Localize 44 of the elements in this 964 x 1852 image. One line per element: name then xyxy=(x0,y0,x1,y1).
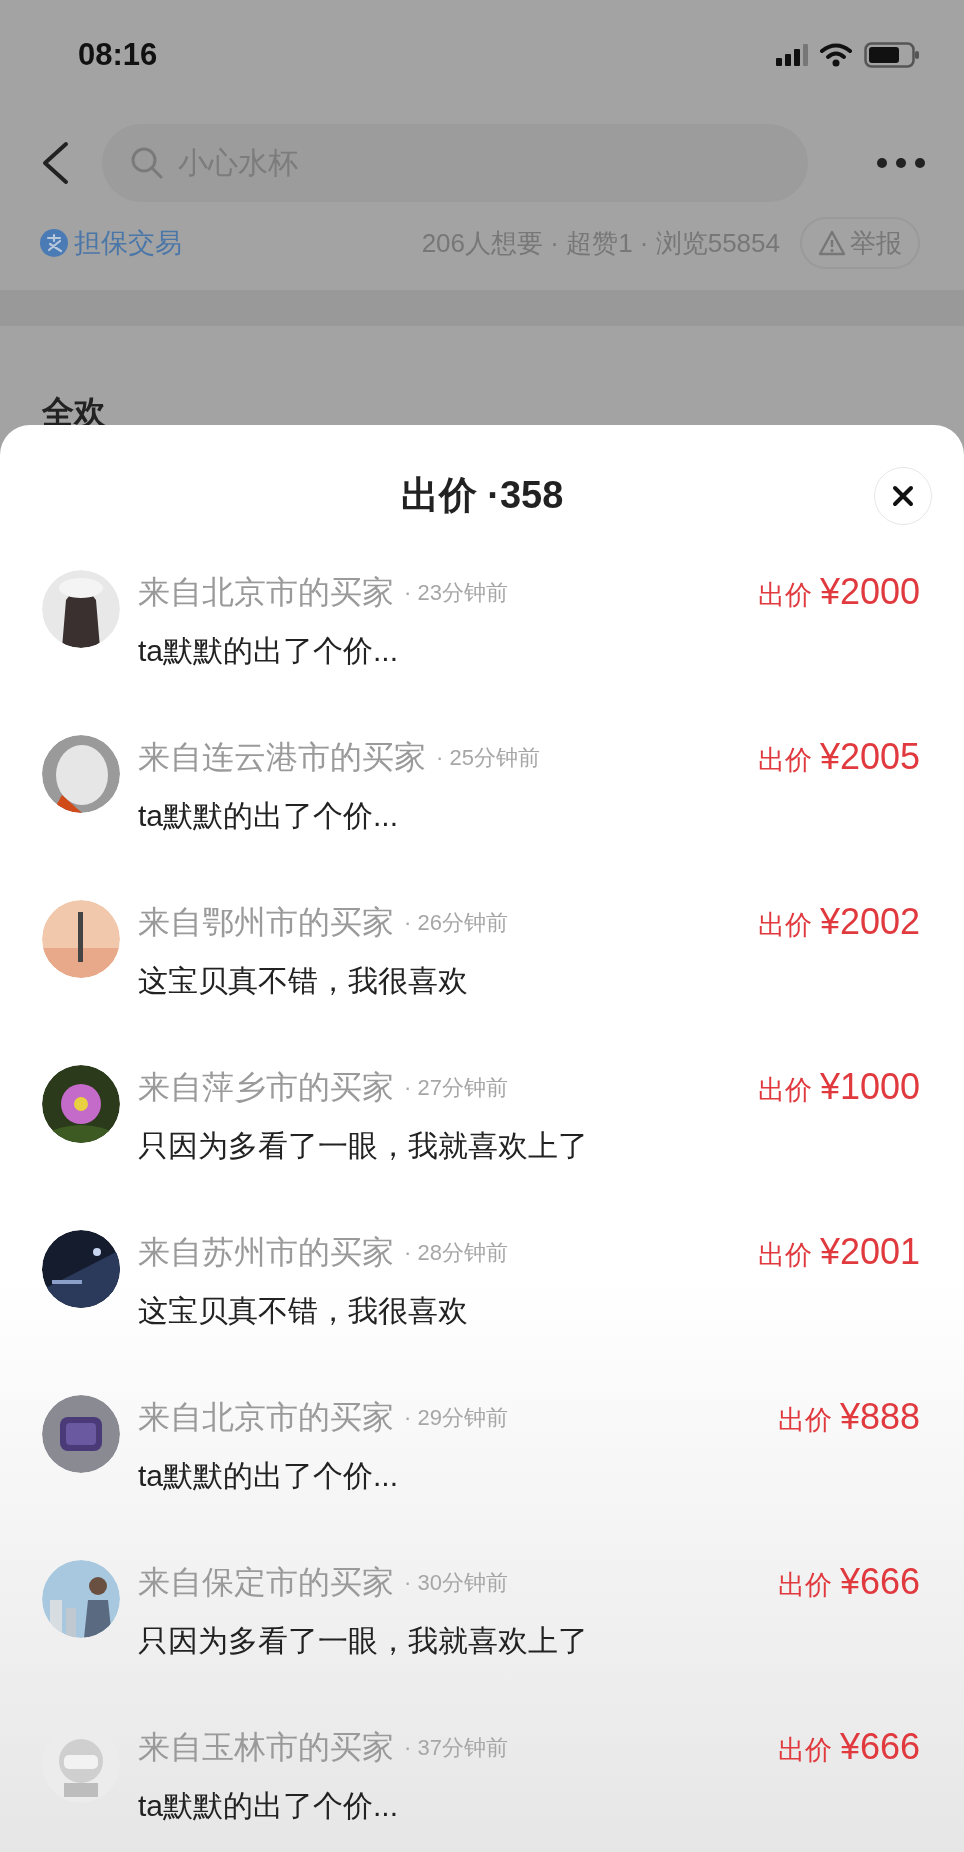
more-icon[interactable] xyxy=(876,157,926,169)
bid-price: 出价 ¥2002 xyxy=(757,900,920,944)
bid-comment: 只因为多看了一眼，我就喜欢上了 xyxy=(138,1128,589,1164)
bid-time: · 37分钟前 xyxy=(404,1733,508,1762)
bid-comment: ta默默的出了个价... xyxy=(138,1458,400,1494)
buyer-name: 来自北京市的买家 xyxy=(138,1398,394,1437)
sheet-title: 出价 ·358 xyxy=(400,472,564,518)
bid-price: 出价 ¥2001 xyxy=(757,1230,920,1274)
bid-comment: ta默默的出了个价... xyxy=(138,633,400,669)
wifi-icon xyxy=(820,43,852,67)
bid-time: · 30分钟前 xyxy=(404,1568,508,1597)
buyer-name: 来自保定市的买家 xyxy=(138,1563,394,1602)
bid-comment: ta默默的出了个价... xyxy=(138,1788,400,1824)
battery-icon xyxy=(864,42,920,68)
bid-comment: 这宝贝真不错，我很喜欢 xyxy=(138,963,469,999)
search-icon xyxy=(130,146,164,180)
buyer-name: 来自连云港市的买家 xyxy=(138,738,426,777)
shield-pay-icon xyxy=(40,229,68,257)
bid-price: 出价 ¥1000 xyxy=(757,1065,920,1109)
bid-time: · 23分钟前 xyxy=(404,578,508,607)
guarantee-label[interactable]: 担保交易 xyxy=(74,222,182,264)
bid-time: · 27分钟前 xyxy=(404,1073,508,1102)
status-time: 08:16 xyxy=(78,35,158,74)
bid-time: · 29分钟前 xyxy=(404,1403,508,1432)
bid-price: 出价 ¥888 xyxy=(777,1395,920,1439)
bid-comment: 这宝贝真不错，我很喜欢 xyxy=(138,1293,469,1329)
bid-price: 出价 ¥666 xyxy=(777,1725,920,1769)
signal-icon xyxy=(776,44,808,66)
bid-price: 出价 ¥2005 xyxy=(757,735,920,779)
bid-time: · 25分钟前 xyxy=(436,743,540,772)
bid-comment: ta默默的出了个价... xyxy=(138,798,400,834)
bid-price: 出价 ¥666 xyxy=(777,1560,920,1604)
buyer-name: 来自玉林市的买家 xyxy=(138,1728,394,1767)
close-icon xyxy=(892,485,914,507)
buyer-name: 来自苏州市的买家 xyxy=(138,1233,394,1272)
buyer-name: 来自鄂州市的买家 xyxy=(138,903,394,942)
warning-icon xyxy=(818,230,846,256)
buyer-name: 来自萍乡市的买家 xyxy=(138,1068,394,1107)
bid-price: 出价 ¥2000 xyxy=(757,570,920,614)
bid-time: · 28分钟前 xyxy=(404,1238,508,1267)
back-icon[interactable] xyxy=(40,141,70,185)
bid-time: · 26分钟前 xyxy=(404,908,508,937)
buyer-name: 来自北京市的买家 xyxy=(138,573,394,612)
bid-comment: 只因为多看了一眼，我就喜欢上了 xyxy=(138,1623,589,1659)
